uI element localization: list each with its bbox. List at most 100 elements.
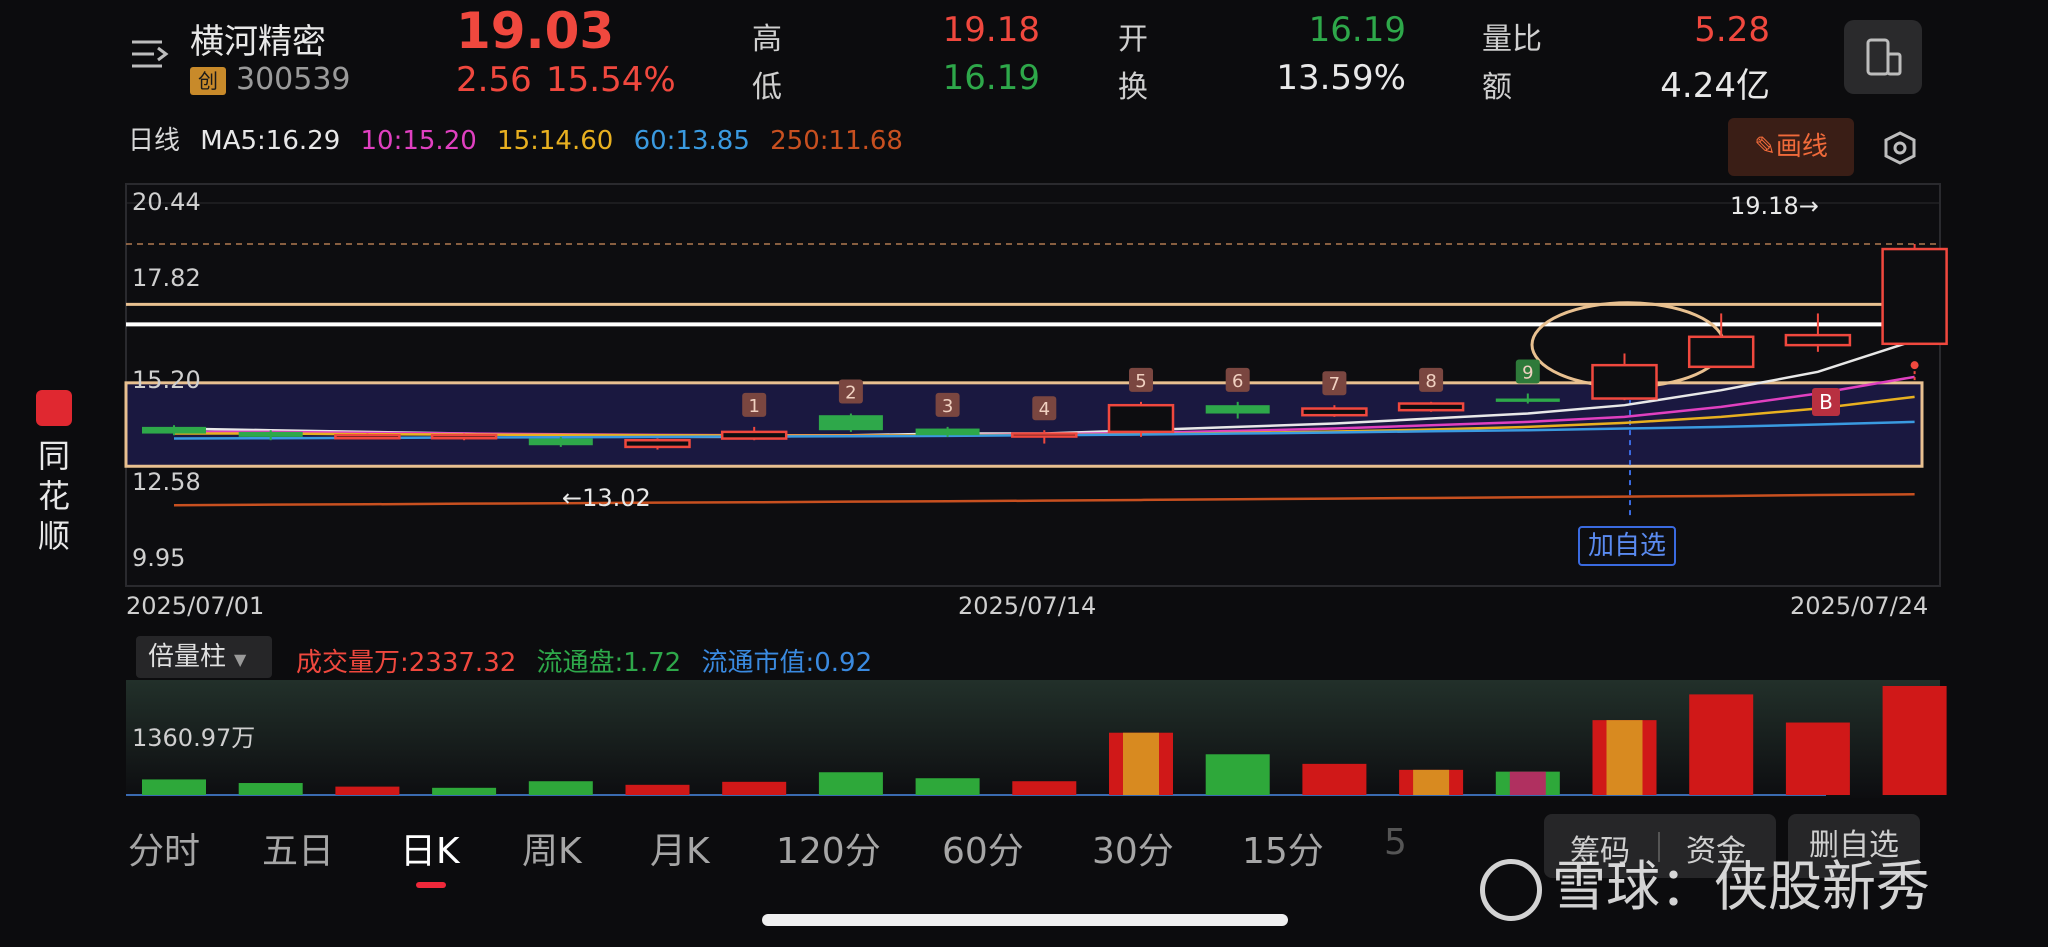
candle-body	[1011, 432, 1078, 438]
tab-5min[interactable]: 5	[1384, 822, 1407, 863]
low-label: 低	[752, 70, 782, 105]
y-tick-3: 15.20	[132, 366, 201, 394]
candle-body	[1881, 247, 1948, 346]
sequence-marker-6: 6	[1232, 371, 1243, 392]
ma250-value: 250:11.68	[770, 126, 903, 156]
candle-body	[1205, 405, 1270, 414]
stock-name: 横河精密	[190, 22, 326, 62]
volume-ratio-label: 量比	[1482, 22, 1542, 57]
turnover-value: 13.59%	[1276, 58, 1406, 98]
volume-bar	[722, 781, 787, 795]
ths-logo-icon	[36, 390, 72, 426]
volume-mode-select[interactable]: 倍量柱 ▼	[136, 636, 272, 678]
candlestick-chart[interactable]: 1 2 3 4 5 6 7 8 9	[0, 180, 2048, 630]
side-brand: 同花顺	[37, 437, 70, 555]
volume-bar	[1012, 781, 1077, 795]
volume-bar	[528, 781, 593, 795]
add-watchlist-tag[interactable]: 加自选	[1578, 526, 1677, 566]
candle-body	[818, 415, 883, 431]
candle-body	[1107, 403, 1175, 434]
period-label[interactable]: 日线	[128, 126, 180, 156]
date-mid: 2025/07/14	[958, 592, 1097, 620]
candle-body	[334, 433, 401, 440]
date-start: 2025/07/01	[126, 592, 265, 620]
volume-double-marker	[1509, 771, 1546, 795]
home-indicator	[762, 914, 1288, 926]
active-tab-indicator	[416, 882, 446, 888]
hexagon-settings-icon[interactable]	[1882, 130, 1918, 170]
volume-y-label: 1360.97万	[132, 724, 256, 752]
candle-body	[1687, 335, 1755, 369]
tab-five-day[interactable]: 五日	[262, 822, 334, 874]
current-price: 19.03	[456, 2, 615, 60]
date-end: 2025/07/24	[1790, 592, 1929, 620]
tab-daily-k[interactable]: 日K	[400, 822, 460, 874]
phone-landscape-icon	[1866, 38, 1902, 76]
ma5-value: MA5:16.29	[200, 126, 341, 156]
sequence-marker-5: 5	[1135, 371, 1146, 392]
tab-60min[interactable]: 60分	[942, 822, 1024, 874]
candle-body	[1301, 407, 1368, 417]
candle-body	[528, 438, 593, 446]
candle-body	[1397, 402, 1465, 412]
float-shares: 流通盘:1.72	[536, 648, 682, 678]
board-badge: 创	[190, 67, 226, 95]
candle-body	[720, 430, 788, 440]
phone-landscape-button[interactable]	[1844, 20, 1922, 94]
volume-bar	[818, 772, 883, 795]
ma60-value: 60:13.85	[633, 126, 750, 156]
draw-line-button[interactable]: ✎画线	[1728, 118, 1854, 176]
tab-monthly-k[interactable]: 月K	[650, 822, 710, 874]
volume-ratio-value: 5.28	[1694, 10, 1770, 50]
sequence-marker-8: 8	[1425, 371, 1436, 392]
tab-weekly-k[interactable]: 周K	[522, 822, 582, 874]
candle-body	[142, 426, 206, 434]
volume-bar	[238, 783, 303, 795]
volume-bar	[432, 787, 497, 795]
y-tick-1: 20.44	[132, 188, 201, 216]
xueqiu-logo-icon	[1480, 859, 1542, 922]
volume-double-marker	[1413, 769, 1450, 795]
menu-icon[interactable]	[130, 36, 170, 72]
candle-body	[1784, 333, 1852, 347]
candle-body	[238, 431, 303, 437]
low-price-marker: ←13.02	[562, 484, 651, 512]
volume-bar	[915, 778, 980, 795]
volume-bar	[1302, 763, 1367, 795]
sequence-marker-7: 7	[1329, 374, 1340, 395]
volume-double-marker	[1606, 720, 1643, 795]
volume-bar	[1785, 722, 1850, 795]
candle-body	[1495, 398, 1560, 402]
ma15-value: 15:14.60	[497, 126, 614, 156]
volume-bar	[142, 779, 206, 795]
y-tick-2: 17.82	[132, 264, 201, 292]
tab-15min[interactable]: 15分	[1242, 822, 1324, 874]
y-tick-4: 12.58	[132, 468, 201, 496]
open-label: 开	[1118, 22, 1148, 57]
high-value: 19.18	[942, 10, 1040, 50]
high-price-marker: 19.18→	[1730, 192, 1819, 220]
tab-30min[interactable]: 30分	[1092, 822, 1174, 874]
volume-stats: 成交量万:2337.32 流通盘:1.72 流通市值:0.92	[296, 642, 872, 679]
volume-chart[interactable]	[0, 680, 2048, 800]
amount-value: 4.24亿	[1660, 66, 1770, 106]
low-value: 16.19	[942, 58, 1040, 98]
tab-intraday[interactable]: 分时	[128, 822, 200, 874]
volume-value: 成交量万:2337.32	[296, 648, 517, 678]
high-label: 高	[752, 22, 782, 57]
volume-bar	[335, 786, 400, 795]
sequence-marker-3: 3	[942, 396, 953, 417]
price-change: 2.56	[456, 60, 532, 100]
volume-bar	[1882, 686, 1947, 795]
chevron-down-icon: ▼	[234, 650, 247, 669]
ma-legend: 日线 MA5:16.29 10:15.20 15:14.60 60:13.85 …	[128, 120, 903, 157]
open-value: 16.19	[1308, 10, 1406, 50]
amount-label: 额	[1482, 70, 1512, 105]
float-market-value: 流通市值:0.92	[701, 648, 873, 678]
y-tick-5: 9.95	[132, 544, 186, 572]
buy-signal-badge: B	[1812, 388, 1840, 416]
candle-body	[1591, 363, 1658, 400]
candle-body	[624, 438, 691, 449]
sequence-marker-2: 2	[845, 383, 856, 404]
tab-120min[interactable]: 120分	[776, 822, 881, 874]
